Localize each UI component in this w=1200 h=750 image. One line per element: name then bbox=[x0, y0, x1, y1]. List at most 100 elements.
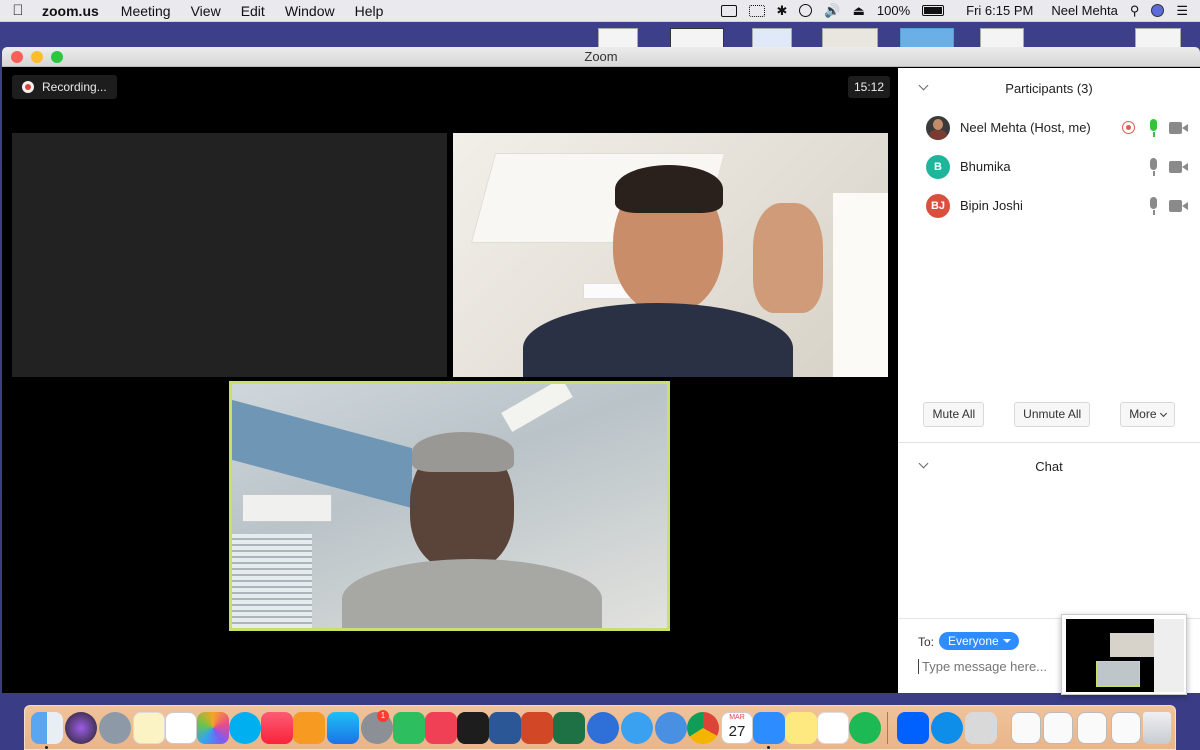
unmute-all-button[interactable]: Unmute All bbox=[1014, 402, 1091, 427]
microphone-icon[interactable] bbox=[1148, 196, 1158, 215]
reminders-icon[interactable] bbox=[165, 712, 197, 744]
participant-row[interactable]: BJ Bipin Joshi bbox=[898, 186, 1200, 225]
desktop-file-icon[interactable] bbox=[752, 28, 792, 48]
chat-header[interactable]: Chat bbox=[898, 446, 1200, 486]
title-bar[interactable]: Zoom bbox=[2, 47, 1200, 67]
desktop-folder-icon[interactable] bbox=[900, 28, 954, 48]
powerpoint-icon[interactable] bbox=[521, 712, 553, 744]
books-icon[interactable] bbox=[293, 712, 325, 744]
notification-badge: 1 bbox=[377, 710, 389, 722]
stickies-icon[interactable] bbox=[785, 712, 817, 744]
documents-stack-icon[interactable] bbox=[1111, 712, 1141, 744]
thumbnail-preview bbox=[1066, 619, 1184, 692]
mute-all-button[interactable]: Mute All bbox=[923, 402, 985, 427]
video-tile-empty[interactable] bbox=[12, 133, 447, 377]
more-button[interactable]: More bbox=[1120, 402, 1175, 427]
desktop-file-icon[interactable] bbox=[1135, 28, 1181, 48]
chrome-icon[interactable] bbox=[687, 712, 719, 744]
kindle-icon[interactable] bbox=[457, 712, 489, 744]
launchpad-icon[interactable] bbox=[99, 712, 131, 744]
clock[interactable]: Fri 6:15 PM bbox=[966, 3, 1033, 18]
desktop-file-icon[interactable] bbox=[670, 28, 724, 48]
spotlight-search-icon[interactable]: ⚲ bbox=[1130, 3, 1140, 19]
screenshot-thumbnail[interactable] bbox=[1061, 614, 1187, 695]
photos-icon[interactable] bbox=[197, 712, 229, 744]
quicktime-icon[interactable] bbox=[587, 712, 619, 744]
finder-icon[interactable] bbox=[31, 712, 63, 744]
window-blinds bbox=[232, 534, 312, 628]
excel-icon[interactable] bbox=[553, 712, 585, 744]
notification-center-icon[interactable]: ☰ bbox=[1176, 3, 1188, 19]
chevron-down-icon bbox=[1159, 409, 1167, 417]
desktop-file-icon[interactable] bbox=[980, 28, 1024, 48]
recording-indicator[interactable]: Recording... bbox=[12, 75, 117, 99]
zoom-status-icon[interactable] bbox=[720, 4, 737, 17]
participants-header[interactable]: Participants (3) bbox=[898, 68, 1200, 108]
participant-name: Neel Mehta (Host, me) bbox=[960, 120, 1091, 135]
calendar-icon[interactable]: MAR 27 bbox=[721, 712, 753, 744]
video-camera-icon[interactable] bbox=[1169, 199, 1189, 213]
thumbnail-video bbox=[1110, 633, 1154, 657]
apple-menu-icon[interactable]:  bbox=[0, 2, 36, 19]
volume-icon[interactable]: 🔊 bbox=[824, 3, 840, 19]
music-icon[interactable] bbox=[261, 712, 293, 744]
video-tile-participant[interactable] bbox=[453, 133, 888, 377]
menu-view[interactable]: View bbox=[181, 3, 231, 19]
window-light bbox=[833, 193, 888, 377]
notes-icon[interactable] bbox=[133, 712, 165, 744]
participant-row[interactable]: Neel Mehta (Host, me) bbox=[898, 108, 1200, 147]
avatar bbox=[926, 115, 950, 140]
dropbox-status-icon[interactable] bbox=[748, 4, 765, 17]
chat-message-input[interactable] bbox=[918, 659, 1068, 674]
to-label: To: bbox=[918, 635, 935, 649]
documents-stack-icon[interactable] bbox=[1077, 712, 1107, 744]
record-icon bbox=[22, 81, 34, 93]
siri-icon[interactable] bbox=[1151, 4, 1165, 17]
zoom-icon[interactable] bbox=[753, 712, 785, 744]
chat-title: Chat bbox=[1035, 458, 1063, 474]
collapse-chevron-icon[interactable] bbox=[918, 80, 929, 91]
screenshot-stack-icon[interactable] bbox=[965, 712, 997, 744]
recipient-dropdown[interactable]: Everyone bbox=[939, 632, 1019, 650]
slack-icon[interactable] bbox=[817, 712, 849, 744]
menu-help[interactable]: Help bbox=[345, 3, 394, 19]
participant-row[interactable]: B Bhumika bbox=[898, 147, 1200, 186]
calendar-month: MAR bbox=[729, 714, 745, 721]
participants-actions: Mute All Unmute All More bbox=[898, 402, 1200, 427]
running-indicator bbox=[767, 746, 770, 749]
documents-stack-icon[interactable] bbox=[1011, 712, 1041, 744]
dropbox-icon[interactable] bbox=[897, 712, 929, 744]
microphone-icon[interactable] bbox=[1148, 118, 1158, 137]
app-menu[interactable]: zoom.us bbox=[36, 3, 111, 19]
teamviewer-icon[interactable] bbox=[931, 712, 963, 744]
thumbnail-panel bbox=[1154, 619, 1184, 692]
collapse-chevron-icon[interactable] bbox=[918, 458, 929, 469]
ceiling-light bbox=[501, 384, 573, 433]
eject-icon[interactable]: ⏏ bbox=[853, 3, 865, 19]
skype-icon[interactable] bbox=[229, 712, 261, 744]
desktop-file-icon[interactable] bbox=[822, 28, 878, 48]
microphone-icon[interactable] bbox=[1148, 157, 1158, 176]
siri-icon[interactable] bbox=[65, 712, 97, 744]
spotify-icon[interactable] bbox=[849, 712, 881, 744]
video-camera-icon[interactable] bbox=[1169, 121, 1189, 135]
menu-bar:  zoom.us Meeting View Edit Window Help … bbox=[0, 0, 1200, 22]
video-camera-icon[interactable] bbox=[1169, 160, 1189, 174]
menu-window[interactable]: Window bbox=[275, 3, 345, 19]
wifi-icon[interactable] bbox=[799, 4, 813, 17]
word-icon[interactable] bbox=[489, 712, 521, 744]
video-tile-active-speaker[interactable] bbox=[229, 381, 670, 631]
pocket-icon[interactable] bbox=[425, 712, 457, 744]
user-name[interactable]: Neel Mehta bbox=[1051, 3, 1117, 18]
desktop-file-icon[interactable] bbox=[598, 28, 638, 48]
menu-meeting[interactable]: Meeting bbox=[111, 3, 181, 19]
evernote-icon[interactable] bbox=[393, 712, 425, 744]
bluetooth-icon[interactable]: ✱ bbox=[777, 3, 788, 19]
menu-edit[interactable]: Edit bbox=[231, 3, 275, 19]
documents-stack-icon[interactable] bbox=[1043, 712, 1073, 744]
app-store-icon[interactable] bbox=[327, 712, 359, 744]
safari-icon[interactable] bbox=[621, 712, 653, 744]
messages-icon[interactable] bbox=[655, 712, 687, 744]
battery-icon[interactable] bbox=[922, 5, 945, 16]
trash-icon[interactable] bbox=[1143, 712, 1171, 744]
